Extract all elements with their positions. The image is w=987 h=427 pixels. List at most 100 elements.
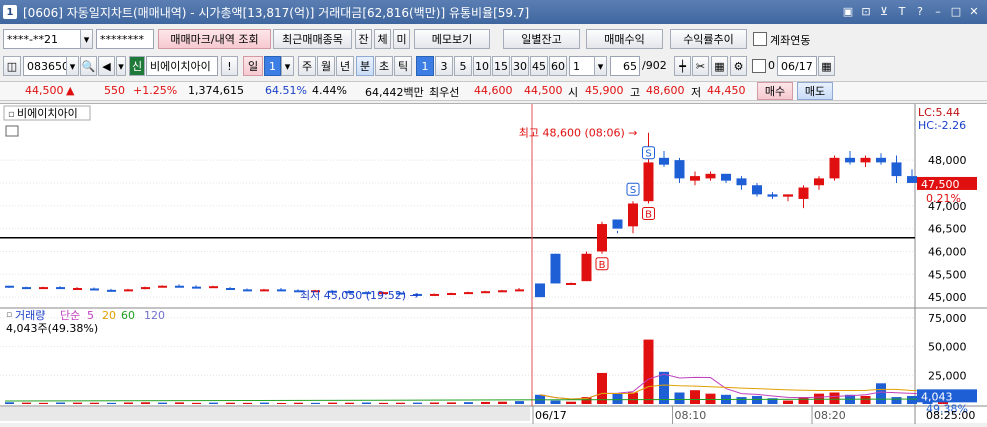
account-dropdown-icon[interactable]: ▾ <box>80 29 93 49</box>
volume-bar <box>566 401 576 404</box>
pre-volume-bar <box>73 402 82 404</box>
settings-icon[interactable]: ⚙ <box>730 56 747 76</box>
filled-button[interactable]: 체 <box>374 29 391 49</box>
pre-market-candles <box>5 284 524 296</box>
candle-body <box>581 253 592 282</box>
profit-rate-button[interactable]: 수익률추이 <box>670 29 747 49</box>
screen-copy-icon[interactable]: ⊡ <box>859 3 873 19</box>
pre-volume-bar <box>498 401 507 404</box>
sound-icon[interactable]: ◀ <box>98 56 115 76</box>
interval-1-button[interactable]: 1 <box>416 56 434 76</box>
date-checkbox[interactable] <box>752 59 766 73</box>
volume-bar <box>674 392 685 404</box>
interval-10-button[interactable]: 10 <box>473 56 491 76</box>
time-scroll-track <box>0 407 530 421</box>
tools-icon[interactable]: ✂ <box>692 56 709 76</box>
ma20-legend: 20 <box>102 309 116 322</box>
maximize-icon[interactable]: □ <box>949 3 963 19</box>
account-link-checkbox[interactable] <box>753 32 767 46</box>
pre-candle-body <box>56 287 65 290</box>
interval-5-button[interactable]: 5 <box>454 56 472 76</box>
pre-volume-bar <box>294 402 303 404</box>
turnover-ratio: 4.44% <box>312 84 347 97</box>
pre-volume-bar <box>22 402 31 404</box>
pre-volume-bar <box>345 402 354 404</box>
range-value: 65 <box>623 59 637 73</box>
period-daily-button[interactable]: 일 <box>243 56 263 76</box>
pre-volume-bar <box>175 402 184 404</box>
password-field[interactable]: ******** <box>96 29 154 49</box>
range-input[interactable]: 65 <box>610 56 640 76</box>
chart-area[interactable]: BBSS 45,00045,50046,00046,50047,00047,50… <box>0 103 987 424</box>
daily-balance-button[interactable]: 일별잔고 <box>503 29 580 49</box>
window-number: 1 <box>3 5 17 19</box>
code-dropdown-icon[interactable]: ▾ <box>66 56 79 76</box>
period-year-button[interactable]: 년 <box>336 56 354 76</box>
period-month-button[interactable]: 월 <box>317 56 335 76</box>
pin-icon[interactable]: ⊻ <box>877 3 891 19</box>
low-annotation: 최저 45,050 (19:52) → <box>300 289 419 302</box>
pre-candle-body <box>209 286 218 289</box>
candle-body <box>674 160 685 179</box>
price-volume-chart[interactable]: BBSS 45,00045,50046,00046,50047,00047,50… <box>0 104 987 424</box>
pre-candle-body <box>447 293 456 296</box>
save-icon[interactable]: ▦ <box>711 56 728 76</box>
title-bar: 1 [0606] 자동일지차트(매매내역) - 시가총액[13,817(억)] … <box>0 0 987 24</box>
recent-trades-button[interactable]: 최근매매종목 <box>273 29 352 49</box>
volume-title: 거래량 <box>15 309 45 322</box>
search-icon[interactable]: 🔍 <box>80 56 97 76</box>
sound-dropdown-icon[interactable]: ▾ <box>116 56 126 76</box>
volume-tick-label: 50,000 <box>928 341 967 354</box>
font-icon[interactable]: T <box>895 3 909 19</box>
buy-button[interactable]: 매수 <box>757 82 793 100</box>
current-price: 44,500 <box>25 84 64 97</box>
pre-candle-body <box>22 287 31 290</box>
trade-mark-query-button[interactable]: 매매마크/내역 조회 <box>158 29 271 49</box>
candle-body <box>566 282 576 285</box>
count-dropdown-icon[interactable]: ▾ <box>594 56 607 76</box>
candle-body <box>891 162 902 177</box>
date-input[interactable]: 06/17 <box>777 56 817 76</box>
hc-label: HC:-2.26 <box>918 119 966 132</box>
balance-button[interactable]: 잔 <box>355 29 372 49</box>
minimize-icon[interactable]: – <box>931 3 945 19</box>
close-icon[interactable]: ✕ <box>967 3 981 19</box>
interval-15-button[interactable]: 15 <box>492 56 510 76</box>
candle-body <box>798 187 809 199</box>
memo-view-button[interactable]: 메모보기 <box>414 29 490 49</box>
pre-candle-body <box>73 288 82 291</box>
best-quote-label: 최우선 <box>429 86 460 99</box>
price-tick-label: 48,000 <box>928 154 967 167</box>
unfilled-button[interactable]: 미 <box>393 29 410 49</box>
calendar-icon[interactable]: ▦ <box>818 56 835 76</box>
period-second-button[interactable]: 초 <box>375 56 393 76</box>
screen-toggle-icon[interactable]: ◫ <box>3 56 21 76</box>
period-dropdown-icon[interactable]: ▾ <box>281 56 294 76</box>
buy-marker-label: B <box>599 260 606 271</box>
sell-button[interactable]: 매도 <box>797 82 833 100</box>
low-price: 44,450 <box>707 84 746 97</box>
pre-volume-bar <box>260 402 269 404</box>
period-value-field[interactable]: 1 <box>264 56 281 76</box>
period-minute-button[interactable]: 분 <box>356 56 374 76</box>
interval-45-button[interactable]: 45 <box>530 56 548 76</box>
interval-3-button[interactable]: 3 <box>435 56 453 76</box>
trade-profit-button[interactable]: 매매수익 <box>586 29 663 49</box>
interval-60-button[interactable]: 60 <box>549 56 567 76</box>
ma5-legend: 5 <box>87 309 94 322</box>
period-tick-button[interactable]: 틱 <box>394 56 412 76</box>
lc-label: LC:5.44 <box>918 106 960 119</box>
date-checkbox-label: 0 <box>768 59 775 72</box>
date-value: 06/17 <box>781 59 813 73</box>
time-tick-label: 08:10 <box>675 409 707 422</box>
time-tick-label: 08:20 <box>814 409 846 422</box>
pre-volume-bar <box>158 402 167 404</box>
stock-name-label: 비에이치아이 <box>17 107 78 120</box>
screen-link-icon[interactable]: ▣ <box>841 3 855 19</box>
chart-type-icon[interactable]: ┿ <box>674 56 691 76</box>
help-icon[interactable]: ? <box>913 3 927 19</box>
warning-button[interactable]: ! <box>221 56 238 76</box>
interval-30-button[interactable]: 30 <box>511 56 529 76</box>
period-week-button[interactable]: 주 <box>298 56 316 76</box>
pre-volume-bar <box>243 402 252 404</box>
